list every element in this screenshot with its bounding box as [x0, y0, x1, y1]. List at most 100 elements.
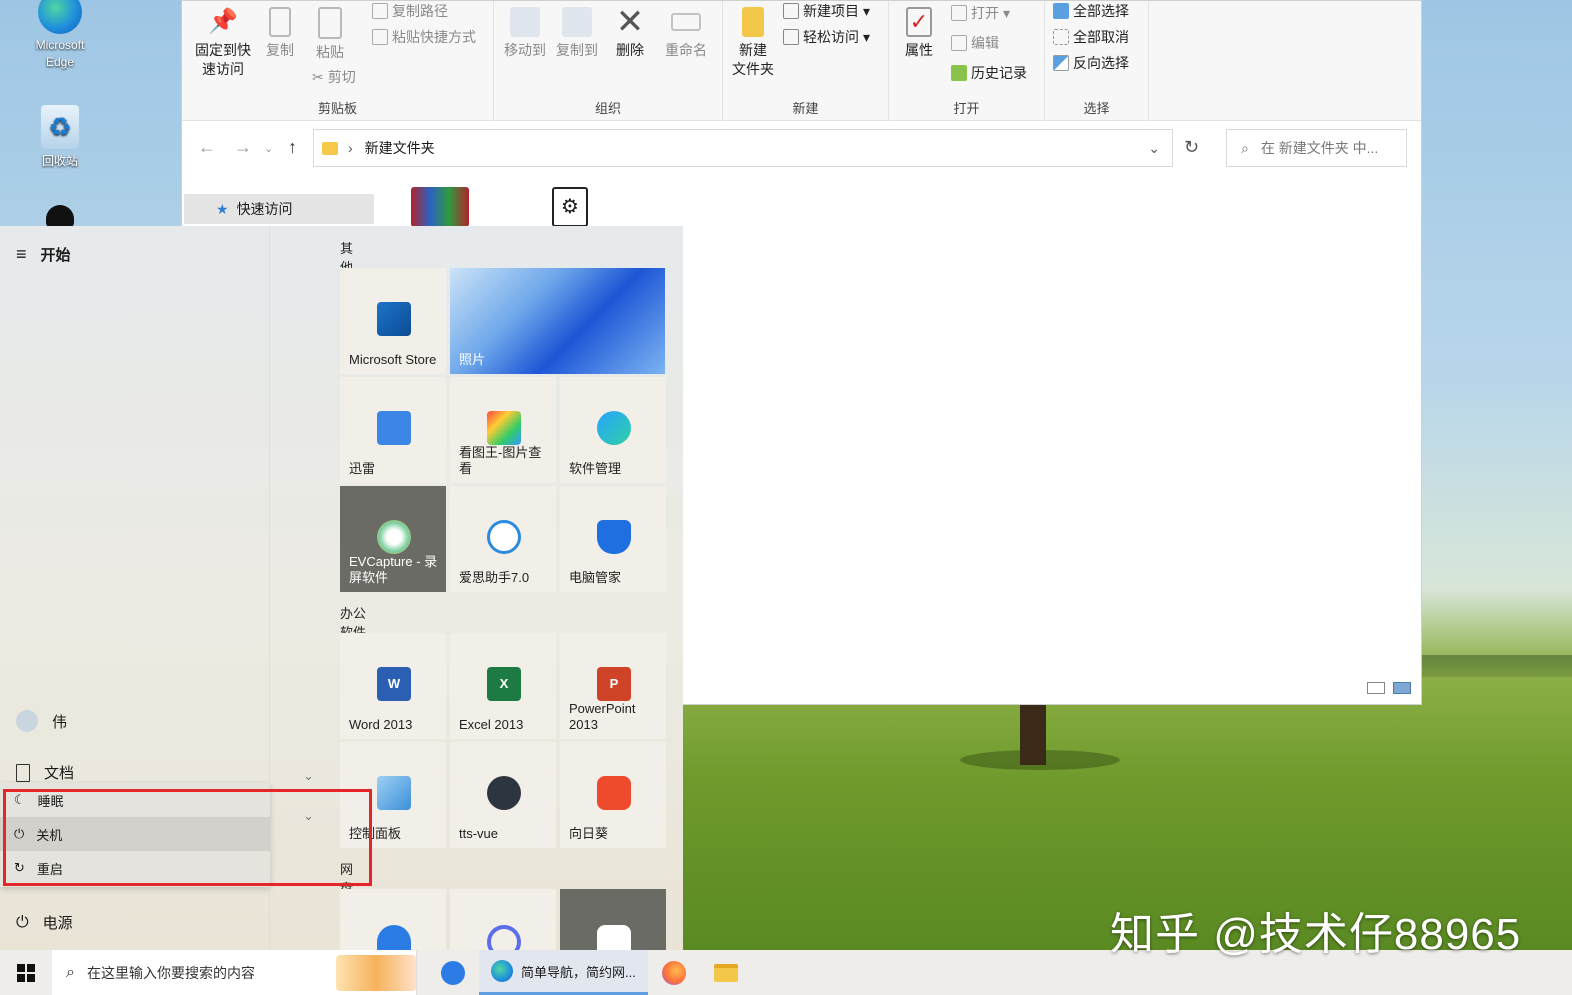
tile-label: Microsoft Store — [349, 352, 437, 367]
properties-button[interactable]: ✓ 属性 — [897, 1, 941, 60]
taskbar-firefox[interactable] — [648, 950, 700, 995]
new-item-button[interactable]: 新建项目 ▾ — [783, 1, 870, 21]
search-icon: ⌕ — [66, 963, 75, 981]
hamburger-menu-icon[interactable]: ≡ — [16, 244, 27, 265]
copy-to-button[interactable]: 复制到 — [552, 1, 602, 60]
power-item[interactable]: ⏻ 电源 — [0, 912, 270, 933]
copy-path-button[interactable]: 复制路径 — [372, 1, 448, 21]
tile-netdisk-1[interactable] — [340, 889, 446, 959]
new-folder-icon — [742, 7, 764, 37]
word-icon: W — [377, 667, 411, 701]
open-button[interactable]: 打开 ▾ — [951, 3, 1010, 23]
image-viewer-icon — [487, 411, 521, 445]
taskbar-app-title: 简单导航，简约网... — [521, 964, 636, 980]
desktop-icon-label: Microsoft Edge — [35, 38, 85, 69]
qq-penguin-icon — [46, 205, 74, 227]
history-label: 历史记录 — [971, 65, 1027, 81]
invert-select-button[interactable]: 反向选择 — [1053, 53, 1129, 73]
new-folder-button[interactable]: 新建 文件夹 — [727, 1, 779, 79]
taskbar-sogou[interactable] — [427, 950, 479, 995]
tile-tts-vue[interactable]: tts-vue — [450, 742, 556, 848]
tile-powerpoint-2013[interactable]: P PowerPoint 2013 — [560, 633, 666, 739]
tile-label: 照片 — [459, 352, 486, 367]
edit-icon — [951, 35, 967, 51]
delete-button[interactable]: ✕ 删除 — [608, 1, 652, 60]
taskbar-search-box[interactable]: ⌕ 在这里输入你要搜索的内容 — [52, 950, 417, 995]
address-field[interactable]: › 新建文件夹 ⌄ — [313, 129, 1173, 167]
user-account-item[interactable]: 伟 — [0, 710, 270, 732]
paste-shortcut-button[interactable]: 粘贴快捷方式 — [372, 27, 476, 47]
collapse-chevron-icon[interactable]: ⌄ — [303, 768, 314, 784]
paste-button[interactable]: 粘贴 — [306, 1, 354, 62]
ribbon-group-new: 新建 文件夹 新建项目 ▾ 轻松访问 ▾ 新建 — [723, 1, 889, 121]
documents-item[interactable]: 文档 — [0, 762, 270, 783]
copy-label: 复制 — [266, 42, 294, 58]
desktop-icon-recycle-bin[interactable]: ♻ 回收站 — [20, 105, 100, 169]
edit-button[interactable]: 编辑 — [951, 33, 999, 53]
tile-software-manager[interactable]: 软件管理 — [560, 377, 666, 483]
highlight-box — [3, 789, 372, 886]
details-view-icon[interactable] — [1367, 682, 1385, 694]
tile-aisi[interactable]: 爱思助手7.0 — [450, 486, 556, 592]
cut-button[interactable]: ✂ 剪切 — [312, 67, 356, 87]
start-button[interactable] — [0, 950, 52, 995]
ribbon-group-open: ✓ 属性 打开 ▾ 编辑 历史记录 打开 — [889, 1, 1045, 121]
pin-label: 固定到快 速访问 — [195, 42, 251, 77]
settings-file-icon[interactable]: ⚙ — [552, 187, 590, 227]
nav-quick-access[interactable]: ★ 快速访问 — [184, 194, 374, 224]
back-arrow-icon[interactable]: ← — [198, 137, 216, 158]
start-menu-header[interactable]: ≡ 开始 — [0, 244, 270, 265]
search-input[interactable]: ⌕ 在 新建文件夹 中... — [1226, 129, 1407, 167]
pin-icon: 📌 — [208, 8, 238, 35]
tile-pc-manager[interactable]: 电脑管家 — [560, 486, 666, 592]
avatar — [16, 710, 38, 732]
tile-microsoft-store[interactable]: Microsoft Store — [340, 268, 446, 374]
easy-access-label: 轻松访问 — [803, 29, 859, 45]
shortcut-icon — [372, 29, 388, 45]
software-manager-icon — [597, 411, 631, 445]
rename-button[interactable]: 重命名 — [656, 1, 716, 60]
select-all-icon — [1053, 3, 1069, 19]
recent-locations-chevron-icon[interactable]: ⌄ — [264, 142, 273, 155]
tile-xunlei[interactable]: 迅雷 — [340, 377, 446, 483]
tile-evcapture[interactable]: EVCapture - 录屏软件 — [340, 486, 446, 592]
easy-access-button[interactable]: 轻松访问 ▾ — [783, 27, 870, 47]
large-icons-view-icon[interactable] — [1393, 682, 1411, 694]
edge-icon — [38, 0, 82, 34]
wallpaper-tree — [1020, 700, 1046, 765]
winrar-archive-icon[interactable] — [411, 187, 471, 227]
refresh-icon[interactable]: ↻ — [1184, 137, 1199, 158]
open-icon — [951, 5, 967, 21]
up-arrow-icon[interactable]: ↑ — [288, 137, 297, 158]
tile-netdisk-2[interactable] — [450, 889, 556, 959]
sogou-input-icon — [441, 960, 465, 985]
new-item-icon — [783, 3, 799, 19]
tile-excel-2013[interactable]: X Excel 2013 — [450, 633, 556, 739]
copy-to-icon — [562, 7, 592, 37]
history-button[interactable]: 历史记录 — [951, 63, 1027, 83]
breadcrumb-current[interactable]: 新建文件夹 — [365, 138, 435, 158]
tile-word-2013[interactable]: W Word 2013 — [340, 633, 446, 739]
tile-netdisk-3[interactable] — [560, 889, 666, 959]
tile-photos[interactable]: 照片 — [450, 268, 665, 374]
desktop-icon-edge[interactable]: Microsoft Edge — [20, 0, 100, 71]
excel-icon: X — [487, 667, 521, 701]
tile-label: Excel 2013 — [459, 717, 524, 732]
taskbar-file-explorer[interactable] — [700, 950, 752, 995]
taskbar-edge-window[interactable]: 简单导航，简约网... — [479, 950, 648, 995]
store-bag-icon — [377, 302, 411, 336]
select-all-button[interactable]: 全部选择 — [1053, 1, 1129, 21]
forward-arrow-icon[interactable]: → — [234, 137, 252, 158]
history-icon — [951, 65, 967, 81]
select-none-button[interactable]: 全部取消 — [1053, 27, 1129, 47]
user-name: 伟 — [52, 713, 68, 731]
documents-label: 文档 — [44, 765, 75, 782]
address-dropdown-chevron-icon[interactable]: ⌄ — [1148, 140, 1160, 157]
pin-quick-access-button[interactable]: 📌 固定到快 速访问 — [190, 1, 256, 79]
tile-sunflower[interactable]: 向日葵 — [560, 742, 666, 848]
power-icon: ⏻ — [16, 913, 29, 931]
tile-kantuwang[interactable]: 看图王-图片查看 — [450, 377, 556, 483]
copy-button[interactable]: 复制 — [258, 1, 302, 60]
shield-icon — [597, 520, 631, 554]
move-to-button[interactable]: 移动到 — [500, 1, 550, 60]
